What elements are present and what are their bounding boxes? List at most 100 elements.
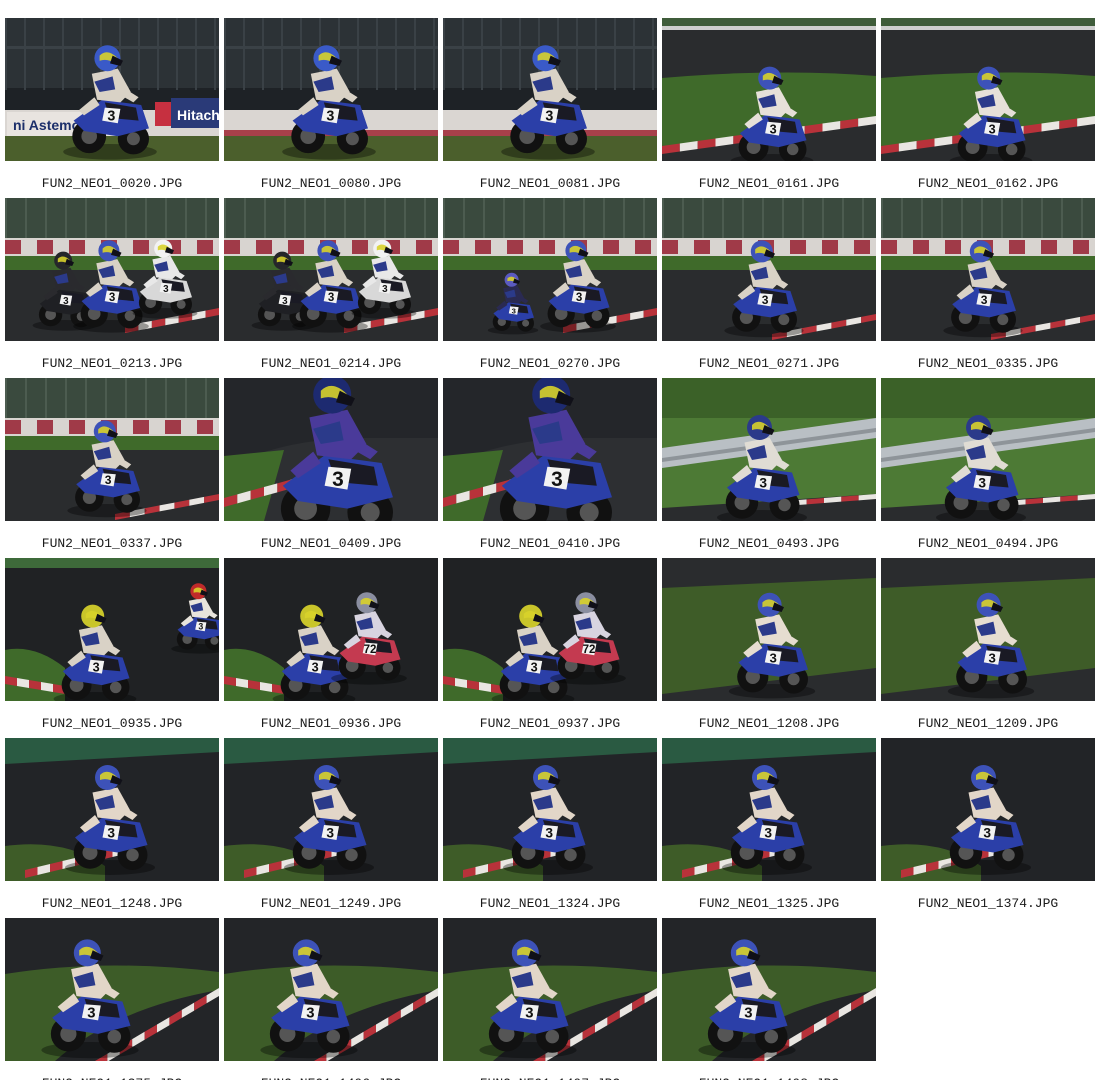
gallery-item: 3 3 3 FUN2_NEO1_0213.JPG [5,198,224,378]
svg-text:3: 3 [983,826,991,841]
photo-filename[interactable]: FUN2_NEO1_1407.JPG [443,1076,657,1080]
photo-thumbnail[interactable]: 3 [881,198,1095,341]
photo-filename[interactable]: FUN2_NEO1_0410.JPG [443,536,657,552]
gallery-item: 3 FUN2_NEO1_0335.JPG [881,198,1100,378]
photo-filename[interactable]: FUN2_NEO1_1325.JPG [662,896,876,912]
svg-text:3: 3 [989,650,996,665]
photo-thumbnail[interactable]: 3 3 3 [5,198,219,341]
photo-thumbnail[interactable]: 3 [5,918,219,1061]
gallery-item: 3 FUN2_NEO1_0162.JPG [881,18,1100,198]
svg-text:3: 3 [576,292,582,304]
photo-filename[interactable]: FUN2_NEO1_0935.JPG [5,716,219,732]
svg-text:72: 72 [583,644,596,656]
svg-text:3: 3 [326,826,334,841]
gallery-item: 3 FUN2_NEO1_1406.JPG [224,918,443,1080]
photo-thumbnail[interactable]: 3 [443,738,657,881]
gallery-item: ni Astemo Hitach 3 FUN2_NEO1_0020.JPG [5,18,224,198]
photo-thumbnail[interactable]: 3 3 3 [224,198,438,341]
photo-filename[interactable]: FUN2_NEO1_0161.JPG [662,176,876,192]
photo-filename[interactable]: FUN2_NEO1_1374.JPG [881,896,1095,912]
photo-thumbnail[interactable]: 3 [662,918,876,1061]
photo-filename[interactable]: FUN2_NEO1_0020.JPG [5,176,219,192]
photo-filename[interactable]: FUN2_NEO1_1208.JPG [662,716,876,732]
svg-text:3: 3 [163,284,169,295]
svg-text:3: 3 [978,476,986,491]
photo-filename[interactable]: FUN2_NEO1_0080.JPG [224,176,438,192]
svg-text:3: 3 [109,292,115,304]
svg-text:3: 3 [759,476,767,491]
svg-text:3: 3 [989,122,996,136]
photo-filename[interactable]: FUN2_NEO1_1324.JPG [443,896,657,912]
photo-thumbnail[interactable]: 3 [662,738,876,881]
photo-thumbnail[interactable]: 3 [224,738,438,881]
gallery-item: 3 FUN2_NEO1_0161.JPG [662,18,881,198]
gallery-item: 3 FUN2_NEO1_0493.JPG [662,378,881,558]
svg-text:3: 3 [198,622,203,632]
svg-text:3: 3 [512,306,516,315]
photo-filename[interactable]: FUN2_NEO1_0337.JPG [5,536,219,552]
photo-thumbnail[interactable]: 3 [5,738,219,881]
photo-filename[interactable]: FUN2_NEO1_0493.JPG [662,536,876,552]
svg-text:3: 3 [531,660,538,674]
photo-filename[interactable]: FUN2_NEO1_0162.JPG [881,176,1095,192]
svg-text:3: 3 [326,109,334,125]
svg-text:3: 3 [332,468,344,491]
photo-filename[interactable]: FUN2_NEO1_0213.JPG [5,356,219,372]
svg-text:3: 3 [770,122,777,136]
svg-text:72: 72 [364,644,377,656]
svg-text:3: 3 [770,650,777,665]
photo-thumbnail[interactable]: 3 [662,378,876,521]
photo-thumbnail[interactable]: ni Astemo Hitach 3 [5,18,219,161]
photo-filename[interactable]: FUN2_NEO1_0270.JPG [443,356,657,372]
svg-text:3: 3 [551,468,563,491]
photo-thumbnail[interactable]: 33 [443,198,657,341]
photo-filename[interactable]: FUN2_NEO1_1406.JPG [224,1076,438,1080]
photo-thumbnail[interactable]: 3 [881,378,1095,521]
photo-thumbnail[interactable]: 3 [443,378,657,521]
photo-filename[interactable]: FUN2_NEO1_0271.JPG [662,356,876,372]
photo-thumbnail[interactable]: 3 [881,558,1095,701]
photo-thumbnail[interactable]: 3 [5,378,219,521]
photo-filename[interactable]: FUN2_NEO1_0081.JPG [443,176,657,192]
photo-thumbnail[interactable]: 3 [224,378,438,521]
photo-thumbnail[interactable]: 3 [224,18,438,161]
photo-thumbnail[interactable]: 3 [224,918,438,1061]
photo-filename[interactable]: FUN2_NEO1_1209.JPG [881,716,1095,732]
photo-filename[interactable]: FUN2_NEO1_0335.JPG [881,356,1095,372]
photo-thumbnail[interactable]: 3 [881,738,1095,881]
svg-text:3: 3 [282,296,288,307]
photo-filename[interactable]: FUN2_NEO1_1375.JPG [5,1076,219,1080]
photo-filename[interactable]: FUN2_NEO1_0494.JPG [881,536,1095,552]
gallery-item: 3 3 FUN2_NEO1_0935.JPG [5,558,224,738]
photo-thumbnail[interactable]: 3 [443,918,657,1061]
gallery-item: 3 FUN2_NEO1_1248.JPG [5,738,224,918]
gallery-item: 3 FUN2_NEO1_0409.JPG [224,378,443,558]
photo-thumbnail[interactable]: 3 [662,198,876,341]
photo-thumbnail[interactable]: 3 [443,18,657,161]
photo-filename[interactable]: FUN2_NEO1_0409.JPG [224,536,438,552]
svg-text:3: 3 [525,1006,533,1022]
photo-filename[interactable]: FUN2_NEO1_1248.JPG [5,896,219,912]
svg-text:3: 3 [764,826,772,841]
photo-filename[interactable]: FUN2_NEO1_1408.JPG [662,1076,876,1080]
photo-thumbnail[interactable]: 3 [662,558,876,701]
photo-thumbnail[interactable]: 33 [5,558,219,701]
photo-filename[interactable]: FUN2_NEO1_0936.JPG [224,716,438,732]
photo-thumbnail[interactable]: 3 72 [224,558,438,701]
photo-filename[interactable]: FUN2_NEO1_0937.JPG [443,716,657,732]
photo-thumbnail[interactable]: 3 [881,18,1095,161]
photo-filename[interactable]: FUN2_NEO1_1249.JPG [224,896,438,912]
svg-text:3: 3 [382,284,388,295]
svg-text:3: 3 [744,1006,752,1022]
gallery-item: 3 FUN2_NEO1_1324.JPG [443,738,662,918]
photo-thumbnail[interactable]: 3 [662,18,876,161]
photo-filename[interactable]: FUN2_NEO1_0214.JPG [224,356,438,372]
gallery-item: 3 FUN2_NEO1_1375.JPG [5,918,224,1080]
photo-gallery: ni Astemo Hitach 3 FUN2_NEO1_0020.JPG 3 FUN2_… [0,0,1100,1080]
photo-thumbnail[interactable]: 3 72 [443,558,657,701]
gallery-item: 3 FUN2_NEO1_0080.JPG [224,18,443,198]
svg-text:3: 3 [328,292,334,304]
svg-text:3: 3 [93,660,100,674]
svg-text:ni Astemo: ni Astemo [13,117,80,133]
gallery-item: 3 FUN2_NEO1_0081.JPG [443,18,662,198]
